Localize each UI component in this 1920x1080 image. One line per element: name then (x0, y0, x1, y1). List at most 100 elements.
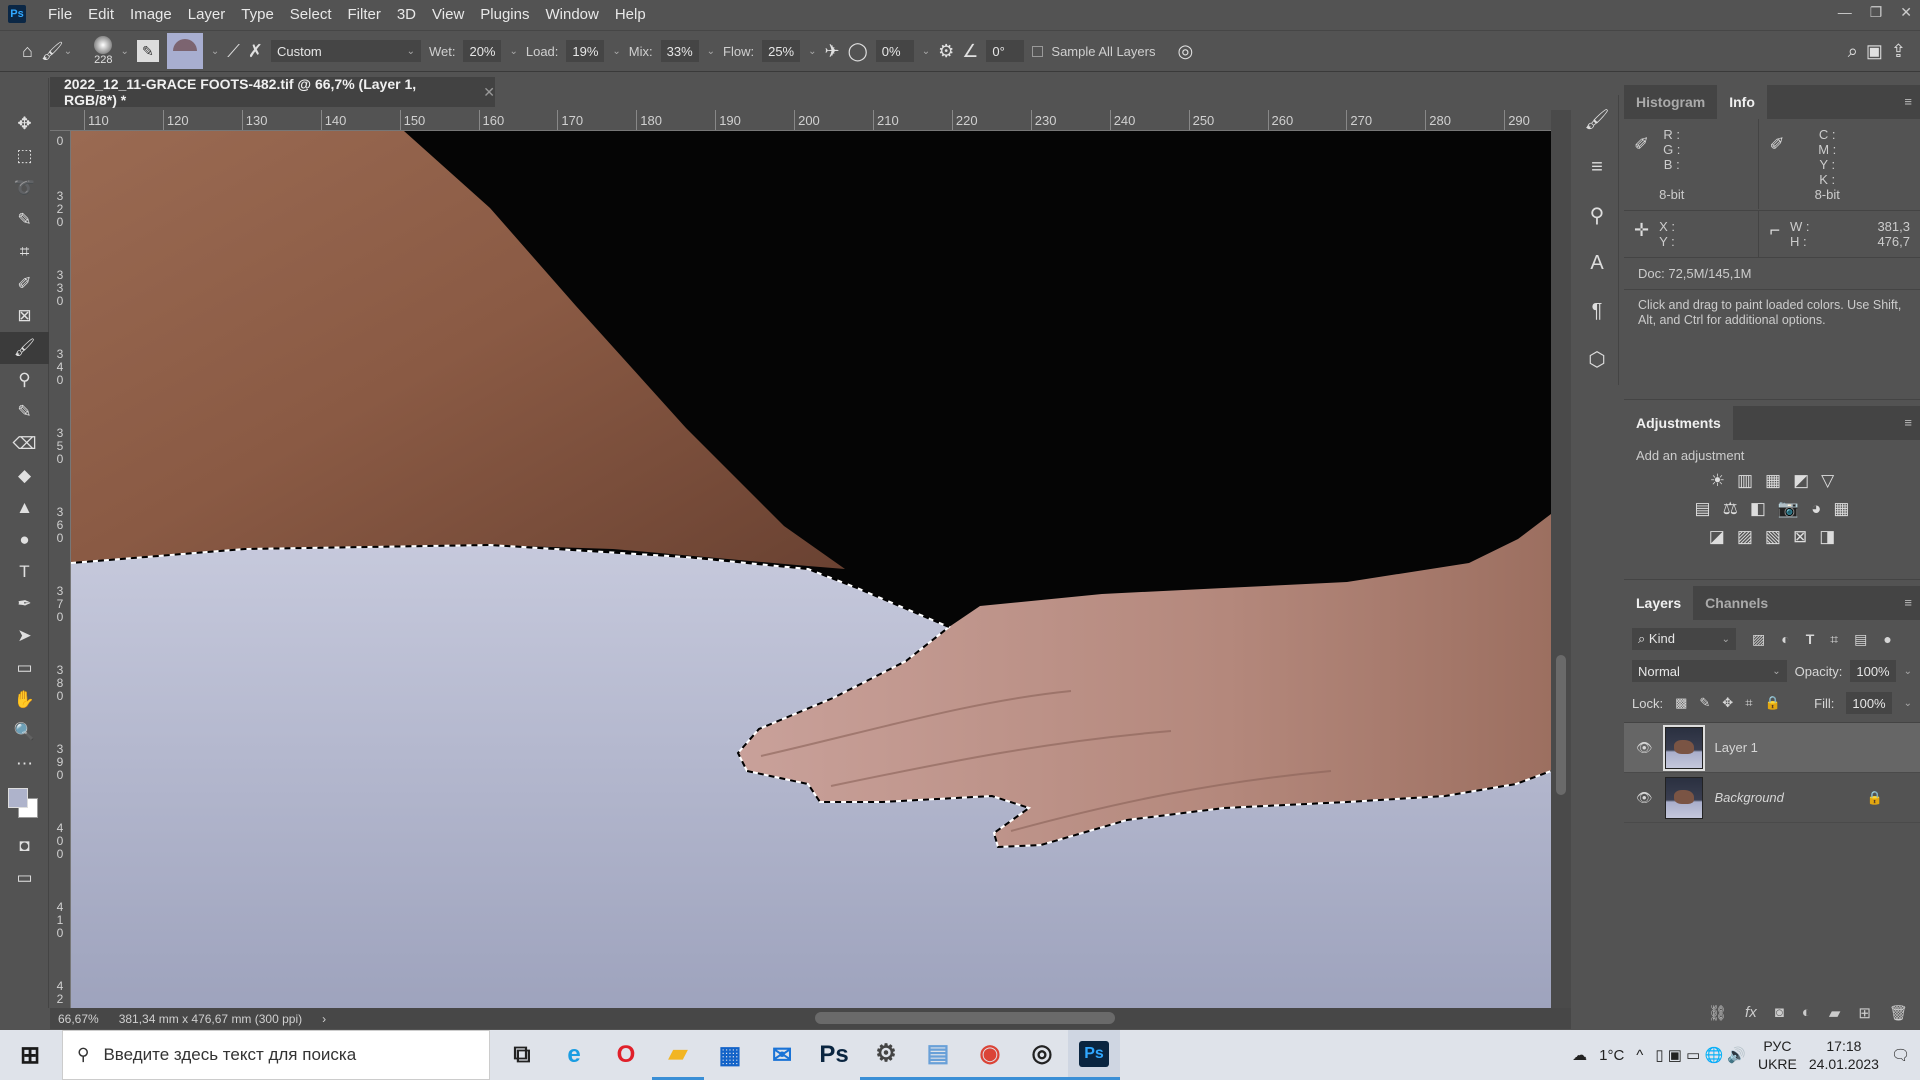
adjustment-icon[interactable]: ◕ (1811, 499, 1821, 519)
clock[interactable]: 17:18 24.01.2023 (1809, 1037, 1879, 1073)
adjustment-icon[interactable]: ▤ (1695, 499, 1711, 519)
mixer-brush-preset-icon[interactable]: 🖌 ⌄ (41, 41, 72, 62)
sample-all-layers-checkbox[interactable] (1032, 45, 1044, 57)
paint-bucket-tool-icon[interactable]: ◆ (0, 460, 49, 492)
edge-icon[interactable]: e (548, 1030, 600, 1080)
menu-type[interactable]: Type (233, 6, 282, 23)
panel-menu-icon[interactable]: ≡ (1904, 415, 1912, 430)
chevron-down-icon[interactable]: ⌄ (922, 46, 930, 57)
adjustment-icon[interactable]: 📷 (1778, 499, 1799, 519)
search-icon[interactable]: ⌕ (1848, 41, 1858, 62)
weather-icon[interactable]: ☁ (1572, 1046, 1587, 1064)
adjustment-icon[interactable]: ▨ (1737, 527, 1753, 547)
more-tool-icon[interactable]: ⋯ (0, 748, 49, 780)
adjustment-icon[interactable]: ▦ (1833, 499, 1849, 519)
chevron-up-icon[interactable]: ^ (1636, 1047, 1643, 1064)
load-brush-icon[interactable]: ⟋ (227, 41, 240, 62)
filter-shape-icon[interactable]: ⌗ (1830, 631, 1838, 648)
settings-icon[interactable]: ⚙ (860, 1030, 912, 1080)
preset-select[interactable]: Custom ⌄ (270, 40, 421, 62)
flow-input[interactable]: 25% (762, 40, 801, 62)
filter-pixel-icon[interactable]: ▨ (1752, 631, 1765, 648)
chevron-down-icon[interactable]: ⌄ (612, 46, 620, 57)
hand-tool-icon[interactable]: ✋ (0, 684, 49, 716)
adjustment-icon[interactable]: ▥ (1737, 471, 1753, 491)
adjustment-icon[interactable]: ⊠ (1793, 527, 1807, 547)
zoom-tool-icon[interactable]: 🔍 (0, 716, 49, 748)
lasso-tool-icon[interactable]: ➰ (0, 172, 49, 204)
lock-transparent-icon[interactable]: ▩ (1675, 695, 1687, 711)
home-icon[interactable]: ⌂ (22, 41, 33, 62)
lock-pixels-icon[interactable]: ✎ (1699, 695, 1710, 711)
layer-row-background[interactable]: 👁 Background 🔒 (1624, 773, 1920, 823)
move-tool-icon[interactable]: ✥ (0, 108, 49, 140)
obs-icon[interactable]: ◎ (1016, 1030, 1068, 1080)
opera-icon[interactable]: O (600, 1030, 652, 1080)
menu-window[interactable]: Window (537, 6, 606, 23)
chevron-right-icon[interactable]: › (322, 1012, 326, 1026)
language-indicator[interactable]: РУС UKRE (1758, 1037, 1797, 1073)
character-panel-icon[interactable]: A (1576, 239, 1618, 287)
chrome-icon[interactable]: ◉ (964, 1030, 1016, 1080)
weather-temp[interactable]: 1°C (1599, 1047, 1624, 1064)
windows-start-icon[interactable]: ⊞ (0, 1030, 60, 1080)
color-swatches[interactable] (8, 780, 48, 830)
chevron-down-icon[interactable]: ⌄ (707, 46, 715, 57)
menu-file[interactable]: File (40, 6, 80, 23)
menu-layer[interactable]: Layer (180, 6, 234, 23)
chevron-down-icon[interactable]: ⌄ (1904, 698, 1912, 709)
lock-all-icon[interactable]: 🔒 (1765, 695, 1781, 711)
canvas[interactable] (71, 131, 1551, 1008)
tray-icons[interactable]: ▯ ▣ ▭ 🌐 🔊 (1655, 1046, 1746, 1064)
sharpen-tool-icon[interactable]: ▲ (0, 492, 49, 524)
adjustment-icon[interactable]: ◩ (1793, 471, 1809, 491)
taskbar-search[interactable]: ⚲ Введите здесь текст для поиска (62, 1030, 490, 1080)
tab-layers[interactable]: Layers (1624, 586, 1694, 620)
menu-plugins[interactable]: Plugins (472, 6, 537, 23)
adjustment-icon[interactable]: ◨ (1819, 527, 1835, 547)
fx-icon[interactable]: fx (1745, 1004, 1757, 1022)
visibility-eye-icon[interactable]: 👁 (1636, 790, 1653, 806)
vertical-scrollbar[interactable] (1551, 110, 1571, 1008)
close-icon[interactable]: ✕ (1900, 4, 1912, 21)
scroll-thumb[interactable] (1556, 655, 1566, 795)
adjustment-icon[interactable]: ▽ (1821, 471, 1834, 491)
quick-select-tool-icon[interactable]: ✎ (0, 204, 49, 236)
menu-3d[interactable]: 3D (389, 6, 424, 23)
add-mask-icon[interactable]: ◙ (1775, 1004, 1784, 1022)
smoothing-input[interactable]: 0% (875, 40, 914, 62)
marquee-tool-icon[interactable]: ⬚ (0, 140, 49, 172)
filter-adjustment-icon[interactable]: ◐ (1781, 631, 1789, 647)
adjustment-icon[interactable]: ▧ (1765, 527, 1781, 547)
fill-input[interactable]: 100% (1846, 692, 1892, 714)
workspace-icon[interactable]: ▣ (1866, 41, 1883, 62)
new-adjustment-icon[interactable]: ◐ (1802, 1004, 1811, 1022)
history-brush-tool-icon[interactable]: ✎ (0, 396, 49, 428)
adjustment-icon[interactable]: ◧ (1750, 499, 1766, 519)
mixer-brush-tool-icon[interactable]: 🖌 (0, 332, 49, 364)
crop-tool-icon[interactable]: ⌗ (0, 236, 49, 268)
new-group-icon[interactable]: ▰ (1829, 1004, 1841, 1022)
load-input[interactable]: 19% (566, 40, 605, 62)
menu-view[interactable]: View (424, 6, 472, 23)
eyedropper-icon[interactable]: ✐ (1634, 135, 1649, 201)
new-layer-icon[interactable]: ⊞ (1858, 1004, 1871, 1022)
chevron-down-icon[interactable]: ⌄ (120, 46, 128, 57)
clean-brush-icon[interactable]: ✗ (248, 41, 263, 62)
filter-toggle[interactable]: ● (1883, 631, 1891, 647)
link-layers-icon[interactable]: ⛓ (1708, 1004, 1727, 1022)
smoothing-icon[interactable]: ◯ (848, 41, 868, 62)
blend-mode-select[interactable]: Normal ⌄ (1632, 660, 1787, 682)
close-tab-icon[interactable]: ✕ (483, 84, 495, 101)
store-icon[interactable]: ▦ (704, 1030, 756, 1080)
quick-mask-icon[interactable]: ◘ (0, 830, 49, 862)
type-tool-icon[interactable]: T (0, 556, 49, 588)
foreground-color[interactable] (8, 788, 28, 808)
photoshop-icon[interactable]: Ps (1068, 1030, 1120, 1080)
current-reservoir-swatch[interactable] (166, 33, 203, 69)
tab-histogram[interactable]: Histogram (1624, 85, 1717, 119)
pressure-icon[interactable]: ◎ (1177, 41, 1193, 62)
share-icon[interactable]: ⇪ (1891, 41, 1906, 62)
dodge-tool-icon[interactable]: ● (0, 524, 49, 556)
photoshop-dark-icon[interactable]: Ps (808, 1030, 860, 1080)
